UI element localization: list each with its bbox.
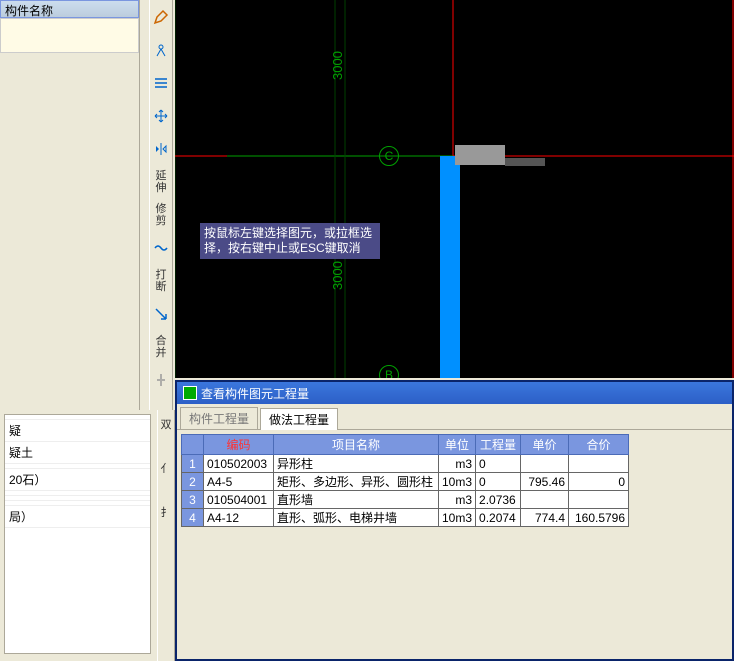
col-total[interactable]: 合价 [569, 435, 629, 455]
col-unit[interactable]: 单位 [439, 435, 476, 455]
arrow-tool[interactable] [151, 300, 171, 328]
split-tool[interactable] [151, 366, 171, 394]
arrow-icon [153, 306, 169, 322]
list-item[interactable]: 疑 [5, 420, 150, 442]
move-icon [153, 108, 169, 124]
hint-tooltip: 按鼠标左键选择图元，或拉框选择，按右键中止或ESC键取消 [200, 223, 380, 259]
grid-header-row: 编码 项目名称 单位 工程量 单价 合价 [182, 435, 629, 455]
compass-tool[interactable] [151, 36, 171, 64]
pencil-icon [153, 9, 169, 25]
col-qty[interactable]: 工程量 [476, 435, 521, 455]
move-tool[interactable] [151, 102, 171, 130]
component-name-header: 构件名称 [0, 0, 139, 18]
result-window-icon [183, 386, 197, 400]
canvas-svg [175, 0, 734, 378]
side-tool-2[interactable] [159, 438, 173, 452]
tab-method-qty[interactable]: 做法工程量 [260, 408, 338, 430]
list-item[interactable]: 局） [5, 506, 150, 528]
side-tool-3[interactable]: 亻 [159, 460, 173, 474]
result-window-title: 查看构件图元工程量 [201, 385, 309, 402]
col-price[interactable]: 单价 [521, 435, 569, 455]
side-tool-1[interactable]: 双 [159, 416, 173, 430]
divider [140, 0, 149, 410]
merge-tool[interactable]: 合并 [151, 333, 171, 361]
side-tool-column: 双 亻 扌 [157, 410, 175, 661]
list-item[interactable]: 20石） [5, 469, 150, 491]
result-window-titlebar[interactable]: 查看构件图元工程量 [177, 382, 732, 404]
result-grid-wrap: 编码 项目名称 单位 工程量 单价 合价 1 010502003 异形柱 m3 … [177, 430, 732, 531]
drawing-canvas[interactable]: C B 3000 3000 [175, 0, 734, 378]
component-name-body[interactable] [0, 18, 139, 53]
split-icon [153, 372, 169, 388]
tab-component-qty[interactable]: 构件工程量 [180, 407, 258, 429]
result-window: 查看构件图元工程量 构件工程量 做法工程量 编码 项目名称 单位 工程量 单价 … [175, 380, 734, 661]
list-item[interactable]: 疑土 [5, 442, 150, 464]
side-tool-5[interactable]: 扌 [159, 504, 173, 518]
compass-icon [153, 42, 169, 58]
trim-tool[interactable]: 修剪 [151, 201, 171, 229]
dimension-1: 3000 [330, 51, 345, 80]
cut-tool[interactable]: 打断 [151, 267, 171, 295]
pencil-tool[interactable] [151, 3, 171, 31]
left-bottom-list[interactable]: 疑 疑土 20石） 局） [4, 414, 151, 654]
extend-tool[interactable]: 延伸 [151, 168, 171, 196]
align-tool[interactable] [151, 69, 171, 97]
left-bottom-panel: 疑 疑土 20石） 局） [0, 410, 155, 661]
col-name[interactable]: 项目名称 [274, 435, 439, 455]
vertical-toolbar: 延伸 修剪 打断 合并 [149, 0, 173, 410]
align-icon [153, 75, 169, 91]
dimension-2: 3000 [330, 261, 345, 290]
mirror-tool[interactable] [151, 135, 171, 163]
table-row[interactable]: 3 010504001 直形墙 m3 2.0736 [182, 491, 629, 509]
grid-axis-b: B [379, 365, 399, 378]
table-row[interactable]: 1 010502003 异形柱 m3 0 [182, 455, 629, 473]
side-tool-4[interactable] [159, 482, 173, 496]
break-icon [153, 240, 169, 256]
left-panel: 构件名称 [0, 0, 140, 410]
table-row[interactable]: 4 A4-12 直形、弧形、电梯井墙 10m3 0.2074 774.4 160… [182, 509, 629, 527]
mirror-icon [153, 141, 169, 157]
col-code[interactable]: 编码 [204, 435, 274, 455]
table-row[interactable]: 2 A4-5 矩形、多边形、异形、圆形柱 10m3 0 795.46 0 [182, 473, 629, 491]
result-grid[interactable]: 编码 项目名称 单位 工程量 单价 合价 1 010502003 异形柱 m3 … [181, 434, 629, 527]
break-tool[interactable] [151, 234, 171, 262]
result-tabs: 构件工程量 做法工程量 [177, 404, 732, 430]
grid-axis-c: C [379, 146, 399, 166]
